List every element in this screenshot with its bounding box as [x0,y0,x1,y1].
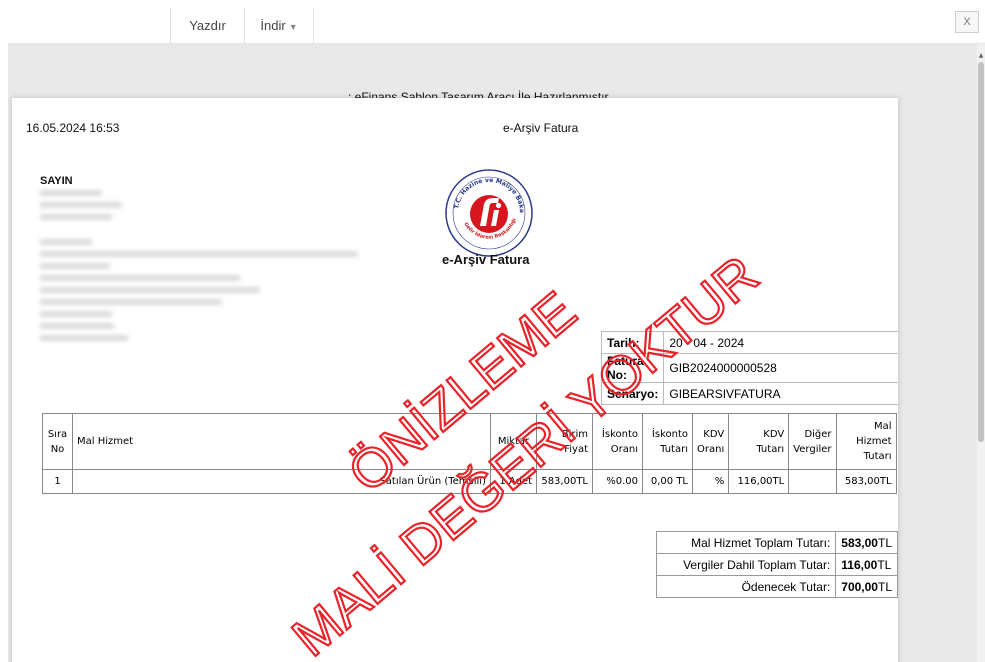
customer-heading: SAYIN [40,175,73,187]
total-value: 700,00TL [835,575,898,598]
col-header: Mal Hizmet Tutarı [835,413,897,470]
col-header: İskonto Tutarı [642,413,693,470]
table-row: Tarih: 20 - 04 - 2024 [600,331,898,354]
table-row: Senaryo: GIBEARSIVFATURA [600,382,898,405]
info-value: GIB2024000000528 [663,353,898,383]
download-dropdown[interactable]: İndir ▼ [244,8,314,44]
table-row: Vergiler Dahil Toplam Tutar: 116,00TL [655,553,898,576]
scroll-up-icon[interactable]: ▲ [977,52,985,60]
print-datetime: 16.05.2024 16:53 [26,121,120,135]
chevron-down-icon: ▼ [288,22,298,32]
document-title: e-Arşiv Fatura [503,121,579,135]
vertical-scrollbar[interactable]: ▲ [977,44,985,662]
preview-dialog: Yazdır İndir ▼ X : eFinans Şablon Tasarım… [8,8,985,662]
logo-title: e-Arşiv Fatura [442,252,530,267]
col-header: Miktar [490,413,537,470]
cell: Satılan Ürün (Temsili) [72,469,491,494]
gib-logo: T.C. Hazine ve Maliye Bakanlığı Gelir İd… [444,168,533,257]
cell: 0,00 TL [642,469,693,494]
info-value: GIBEARSIVFATURA [663,382,898,405]
cell: 583,00TL [835,469,897,494]
cell [788,469,837,494]
info-label: Senaryo: [600,382,665,405]
total-label: Vergiler Dahil Toplam Tutar: [655,553,837,576]
cell: 1 [42,469,73,494]
col-header: İskonto Oranı [592,413,643,470]
table-row: Ödenecek Tutar: 700,00TL [655,575,898,598]
cell: 1 Adet [490,469,537,494]
info-value: 20 - 04 - 2024 [663,331,898,354]
print-button[interactable]: Yazdır [170,8,244,44]
col-header: Diğer Vergiler [788,413,837,470]
info-label: Fatura No: [600,353,665,383]
invoice-page: 16.05.2024 16:53 e-Arşiv Fatura SAYIN T.… [12,98,898,662]
col-header: Birim Fiyat [536,413,593,470]
table-row: 1 Satılan Ürün (Temsili) 1 Adet 583,00TL… [42,469,897,494]
cell: 583,00TL [536,469,593,494]
download-label: İndir [260,18,286,33]
table-row: Fatura No: GIB2024000000528 [600,353,898,383]
toolbar: Yazdır İndir ▼ X [8,8,985,44]
line-items-table: Sıra No Mal Hizmet Miktar Birim Fiyat İs… [42,413,897,494]
col-header: KDV Oranı [691,413,730,470]
table-header-row: Sıra No Mal Hizmet Miktar Birim Fiyat İs… [42,413,897,470]
col-header: Sıra No [42,413,73,470]
total-value: 583,00TL [835,531,898,554]
table-row: Mal Hizmet Toplam Tutarı: 583,00TL [655,531,898,554]
cell: % [691,469,730,494]
total-label: Ödenecek Tutar: [655,575,837,598]
close-button[interactable]: X [955,11,979,33]
document-viewer[interactable]: : eFinans Şablon Tasarım Aracı İle Hazır… [8,44,977,662]
info-label: Tarih: [600,331,665,354]
invoice-info-table: Tarih: 20 - 04 - 2024 Fatura No: GIB202400… [600,331,898,405]
col-header: Mal Hizmet [72,413,491,470]
cell: 116,00TL [728,469,790,494]
total-value: 116,00TL [835,553,898,576]
totals-table: Mal Hizmet Toplam Tutarı: 583,00TL Vergil… [655,531,898,598]
total-label: Mal Hizmet Toplam Tutarı: [655,531,837,554]
scrollbar-thumb[interactable] [978,62,984,442]
col-header: KDV Tutarı [728,413,790,470]
cell: %0.00 [592,469,643,494]
